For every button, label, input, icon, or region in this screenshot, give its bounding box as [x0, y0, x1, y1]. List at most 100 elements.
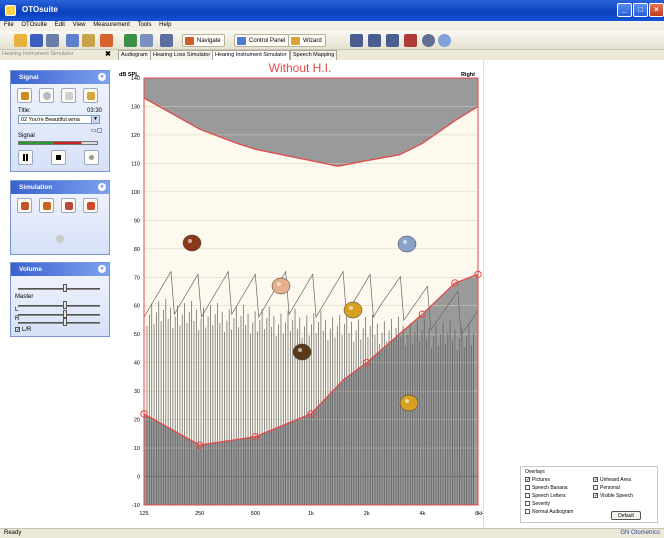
split-icon[interactable] — [386, 34, 399, 47]
tab-audiogram[interactable]: Audiogram — [118, 50, 151, 60]
open-icon[interactable] — [14, 34, 27, 47]
window-title: OTOsuite — [22, 5, 58, 14]
simulation-mode-4-button[interactable] — [83, 198, 98, 213]
track-select[interactable]: 02 You're Beautiful.wma — [18, 115, 98, 124]
simulation-header[interactable]: Simulation « — [11, 181, 109, 194]
pause-button[interactable] — [18, 150, 33, 165]
volume-header[interactable]: Volume « — [11, 263, 109, 276]
signal-label: Signal — [18, 133, 35, 139]
overlay-speech-letters-checkbox[interactable]: Speech Letters — [525, 493, 566, 499]
y-tick-label: 100 — [131, 190, 140, 196]
tab-hearing-loss-simulator[interactable]: Hearing Loss Simulator — [150, 50, 214, 60]
y-tick-label: 0 — [137, 475, 140, 481]
menu-measurement[interactable]: Measurement — [93, 22, 130, 28]
signal-header[interactable]: Signal « — [11, 71, 109, 84]
y-tick-label: 40 — [134, 361, 140, 367]
y-tick-label: 90 — [134, 218, 140, 224]
stop-button[interactable] — [51, 150, 66, 165]
overlay-unheard-area-checkbox[interactable]: ✓ Unheard Area — [593, 477, 631, 483]
settings-icon[interactable] — [422, 34, 435, 47]
x-tick-label: 4k — [419, 511, 425, 517]
compare-icon[interactable] — [140, 34, 153, 47]
y-tick-label: 20 — [134, 418, 140, 424]
link-lr-checkbox[interactable]: ✓ L/R — [15, 327, 31, 333]
cd-source-button[interactable] — [39, 88, 54, 103]
toolbar: Navigate Control Panel Wizard — [0, 31, 664, 50]
overlay-speech-banana-checkbox[interactable]: Speech Banana — [525, 485, 568, 491]
question-icon[interactable] — [160, 34, 173, 47]
close-tab-icon[interactable]: ✖ — [105, 50, 111, 58]
ear-side-label: Right — [461, 72, 475, 78]
music-source-button[interactable] — [17, 88, 32, 103]
save-icon[interactable] — [30, 34, 43, 47]
collapse-icon[interactable]: « — [98, 265, 106, 273]
menu-view[interactable]: View — [73, 22, 86, 28]
loop-icon[interactable]: ▭▢ — [91, 127, 102, 134]
overlay-personal-checkbox[interactable]: Personal — [593, 485, 620, 491]
speech-source-button[interactable] — [61, 88, 76, 103]
back-icon[interactable] — [100, 34, 113, 47]
comment-icon[interactable] — [438, 34, 451, 47]
menu-edit[interactable]: Edit — [55, 22, 65, 28]
right-slider[interactable] — [18, 322, 100, 324]
x-tick-label: 500 — [251, 511, 260, 517]
status-vendor: GN Otometrics — [620, 530, 660, 536]
overlay-normal-audiogram-checkbox[interactable]: Normal Audiogram — [525, 509, 573, 515]
default-button[interactable]: Default — [611, 511, 641, 520]
overlay-pictures-checkbox[interactable]: ✓ Pictures — [525, 477, 550, 483]
close-icon[interactable]: × — [649, 3, 664, 17]
chevron-down-icon[interactable]: ▼ — [91, 115, 100, 124]
help-icon[interactable] — [66, 34, 79, 47]
refresh-icon[interactable] — [82, 34, 95, 47]
edit-source-button[interactable] — [83, 88, 98, 103]
overlay-severity-checkbox[interactable]: Severity — [525, 501, 550, 507]
left-pane: Signal « Title: 03:30 02 You're Beautiful… — [0, 60, 117, 528]
menu-file[interactable]: File — [4, 22, 14, 28]
print-icon[interactable] — [46, 34, 59, 47]
phone-icon — [343, 301, 363, 319]
menu-help[interactable]: Help — [159, 22, 171, 28]
record-button[interactable] — [84, 150, 99, 165]
status-text: Ready — [4, 530, 22, 536]
layout-icon[interactable] — [368, 34, 381, 47]
y-tick-label: 110 — [131, 161, 140, 167]
man-face-icon — [292, 343, 312, 361]
volume-knob[interactable] — [63, 284, 67, 292]
menu-tools[interactable]: Tools — [137, 22, 151, 28]
overlays-title: Overlays — [525, 469, 545, 475]
simulation-mode-2-button[interactable] — [39, 198, 54, 213]
airplane-icon — [397, 235, 417, 253]
title-label: Title: — [18, 108, 31, 114]
x-tick-label: 2k — [364, 511, 370, 517]
signal-level-meter — [18, 141, 98, 145]
control-panel-button[interactable]: Control Panel — [234, 34, 290, 47]
master-slider[interactable] — [18, 305, 100, 307]
menu-otosuite[interactable]: OTOsuite — [21, 22, 47, 28]
simulation-panel: Simulation « — [10, 180, 110, 255]
report-icon[interactable] — [404, 34, 417, 47]
navigate-button[interactable]: Navigate — [182, 34, 225, 47]
navigate-icon — [185, 37, 194, 45]
y-tick-label: 70 — [134, 275, 140, 281]
minimize-icon[interactable]: _ — [617, 3, 632, 17]
simulation-mode-3-button[interactable] — [61, 198, 76, 213]
right-knob[interactable] — [63, 318, 67, 326]
simulation-mode-1-button[interactable] — [17, 198, 32, 213]
y-tick-label: -10 — [132, 503, 140, 509]
collapse-icon[interactable]: « — [98, 73, 106, 81]
master-knob[interactable] — [63, 301, 67, 309]
maximize-icon[interactable]: □ — [633, 3, 648, 17]
left-slider[interactable] — [18, 314, 100, 316]
wizard-button[interactable]: Wizard — [288, 34, 326, 47]
left-knob[interactable] — [63, 310, 67, 318]
window-icon[interactable] — [350, 34, 363, 47]
tab-speech-mapping[interactable]: Speech Mapping — [290, 50, 338, 60]
collapse-icon[interactable]: « — [98, 183, 106, 191]
hearing-aid-icon[interactable] — [53, 232, 68, 247]
status-bar: Ready GN Otometrics — [0, 528, 664, 538]
volume-slider[interactable] — [18, 288, 100, 290]
overlay-visible-speech-checkbox[interactable]: ✓ Visible Speech — [593, 493, 633, 499]
session-icon[interactable] — [124, 34, 137, 47]
y-tick-label: 60 — [134, 304, 140, 310]
violin-icon — [182, 234, 202, 252]
